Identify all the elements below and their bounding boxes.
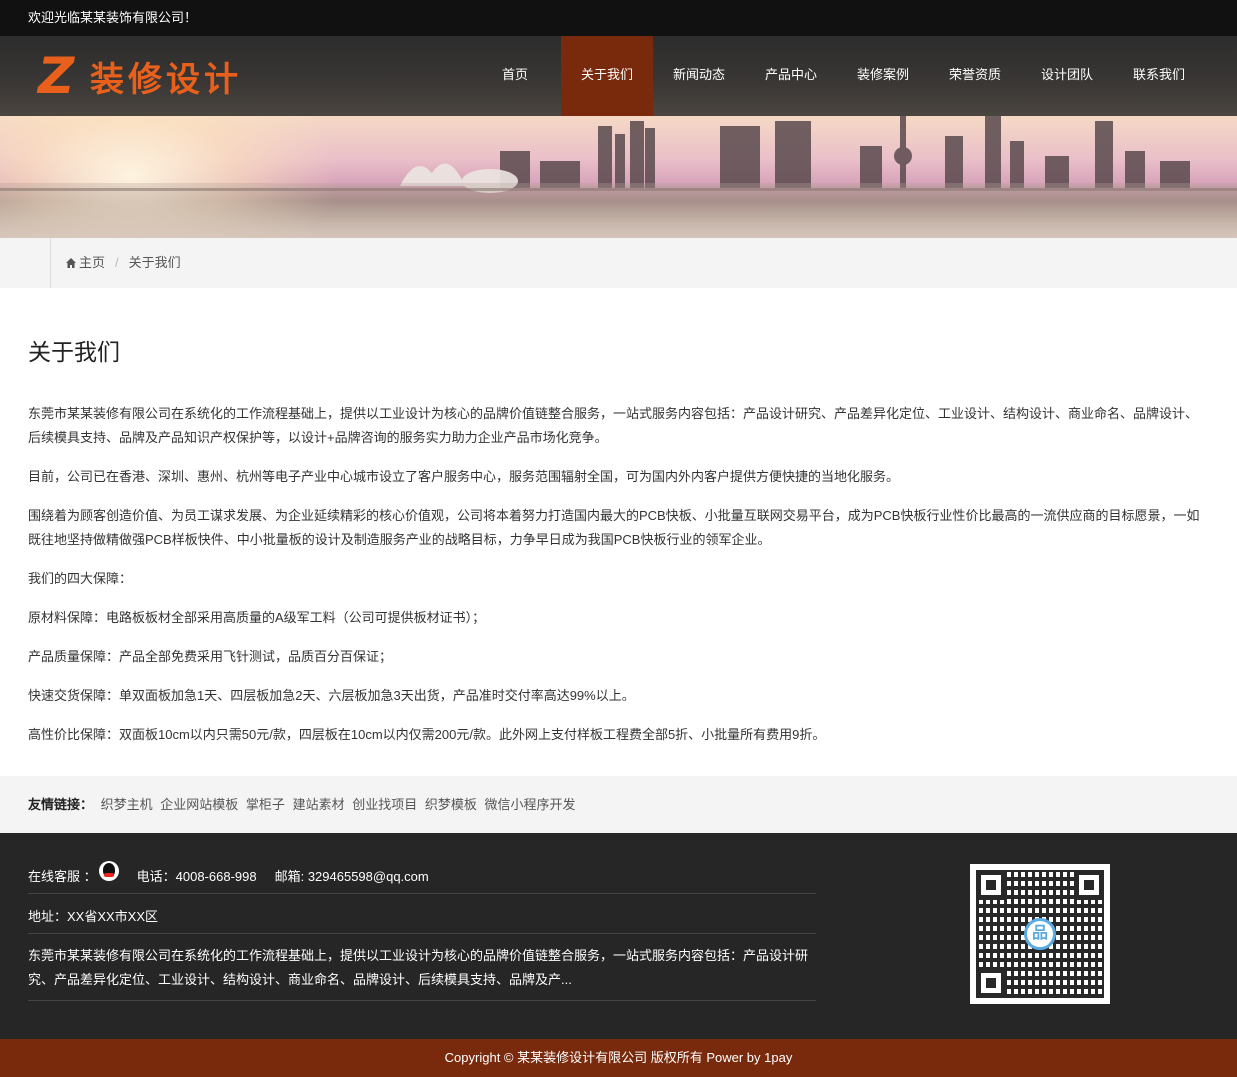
- friend-link[interactable]: 织梦主机: [101, 797, 153, 812]
- friend-links-bar: 友情链接： 织梦主机 企业网站模板 掌柜子 建站素材 创业找项目 织梦模板 微信…: [0, 776, 1237, 833]
- content-paragraph: 高性价比保障：双面板10cm以内只需50元/款，四层板在10cm以内仅需200元…: [28, 727, 826, 742]
- footer-address: 地址：XX省XX市XX区: [28, 909, 159, 924]
- nav-item-honors[interactable]: 荣誉资质: [929, 36, 1021, 116]
- friend-link[interactable]: 微信小程序开发: [484, 797, 575, 812]
- breadcrumb-home-link[interactable]: 主页: [79, 238, 105, 288]
- online-service-label: 在线客服 ：: [28, 868, 97, 884]
- logo-mark: Z: [38, 47, 75, 105]
- nav-item-contact[interactable]: 联系我们: [1113, 36, 1205, 116]
- nav-item-about[interactable]: 关于我们: [561, 36, 653, 116]
- welcome-text: 欢迎光临某某装饰有限公司！: [28, 10, 198, 25]
- footer-contact-row: 在线客服 ： 电话：4008-668-998 邮箱: 329465598@qq.…: [28, 853, 816, 894]
- copyright-bar: Copyright © 某某装修设计有限公司 版权所有 Power by 1pa…: [0, 1039, 1237, 1077]
- friend-link[interactable]: 创业找项目: [352, 797, 417, 812]
- footer-contact-info: 在线客服 ： 电话：4008-668-998 邮箱: 329465598@qq.…: [28, 853, 816, 1001]
- breadcrumb: 主页 / 关于我们: [50, 238, 181, 288]
- main-nav: 首页 关于我们 新闻动态 产品中心 装修案例 荣誉资质 设计团队 联系我们: [469, 36, 1205, 116]
- qr-code-pattern: 品: [976, 870, 1104, 998]
- nav-item-cases[interactable]: 装修案例: [837, 36, 929, 116]
- content-paragraph: 产品质量保障：产品全部免费采用飞针测试，品质百分百保证；: [28, 649, 393, 664]
- friend-link[interactable]: 企业网站模板: [160, 797, 238, 812]
- breadcrumb-bar: 主页 / 关于我们: [0, 238, 1237, 288]
- footer-phone: 电话：4008-668-998: [136, 868, 257, 884]
- friend-link[interactable]: 掌柜子: [246, 797, 285, 812]
- main-content: 关于我们 东莞市某某装修有限公司在系统化的工作流程基础上，提供以工业设计为核心的…: [0, 288, 1237, 762]
- breadcrumb-current: 关于我们: [128, 255, 181, 270]
- content-paragraph: 围绕着为顾客创造价值、为员工谋求发展、为企业延续精彩的核心价值观，公司将本着努力…: [28, 508, 1200, 547]
- nav-item-news[interactable]: 新闻动态: [653, 36, 745, 116]
- content-paragraph: 原材料保障：电路板板材全部采用高质量的A级军工料（公司可提供板材证书）；: [28, 610, 486, 625]
- friend-links-label: 友情链接：: [28, 797, 94, 812]
- footer-description: 东莞市某某装修有限公司在系统化的工作流程基础上，提供以工业设计为核心的品牌价值链…: [28, 934, 816, 1001]
- content-paragraph: 快速交货保障：单双面板加急1天、四层板加急2天、六层板加急3天出货，产品准时交付…: [28, 688, 635, 703]
- content-paragraph: 目前，公司已在香港、深圳、惠州、杭州等电子产业中心城市设立了客户服务中心，服务范…: [28, 469, 900, 484]
- city-skyline-banner: [0, 116, 1237, 238]
- friend-link[interactable]: 织梦模板: [425, 797, 477, 812]
- top-welcome-bar: 欢迎光临某某装饰有限公司！: [0, 0, 1237, 36]
- page-title: 关于我们: [28, 339, 120, 365]
- footer-email: 邮箱: 329465598@qq.com: [274, 868, 429, 884]
- friend-link[interactable]: 建站素材: [293, 797, 345, 812]
- qr-finder-pattern: [976, 870, 1006, 900]
- site-logo[interactable]: Z 装修设计: [38, 51, 242, 101]
- nav-item-team[interactable]: 设计团队: [1021, 36, 1113, 116]
- site-footer: 在线客服 ： 电话：4008-668-998 邮箱: 329465598@qq.…: [0, 833, 1237, 1039]
- qq-penguin-icon[interactable]: [98, 861, 119, 881]
- qr-code-image: 品: [970, 864, 1110, 1004]
- nav-item-home[interactable]: 首页: [469, 36, 561, 116]
- copyright-text: Copyright © 某某装修设计有限公司 版权所有 Power by 1pa…: [444, 1050, 793, 1065]
- content-paragraph: 东莞市某某装修有限公司在系统化的工作流程基础上，提供以工业设计为核心的品牌价值链…: [28, 406, 1199, 445]
- nav-item-products[interactable]: 产品中心: [745, 36, 837, 116]
- qr-logo-icon: 品: [1024, 918, 1056, 950]
- banner-road: [0, 183, 1237, 238]
- qr-finder-pattern: [1074, 870, 1104, 900]
- home-icon: [66, 258, 76, 268]
- footer-address-row: 地址：XX省XX市XX区: [28, 894, 816, 934]
- content-paragraph: 我们的四大保障：: [28, 571, 133, 586]
- qr-finder-pattern: [976, 968, 1006, 998]
- site-header: Z 装修设计 首页 关于我们 新闻动态 产品中心 装修案例 荣誉资质 设计团队 …: [0, 36, 1237, 116]
- logo-text: 装修设计: [90, 59, 242, 100]
- breadcrumb-separator: /: [115, 255, 119, 270]
